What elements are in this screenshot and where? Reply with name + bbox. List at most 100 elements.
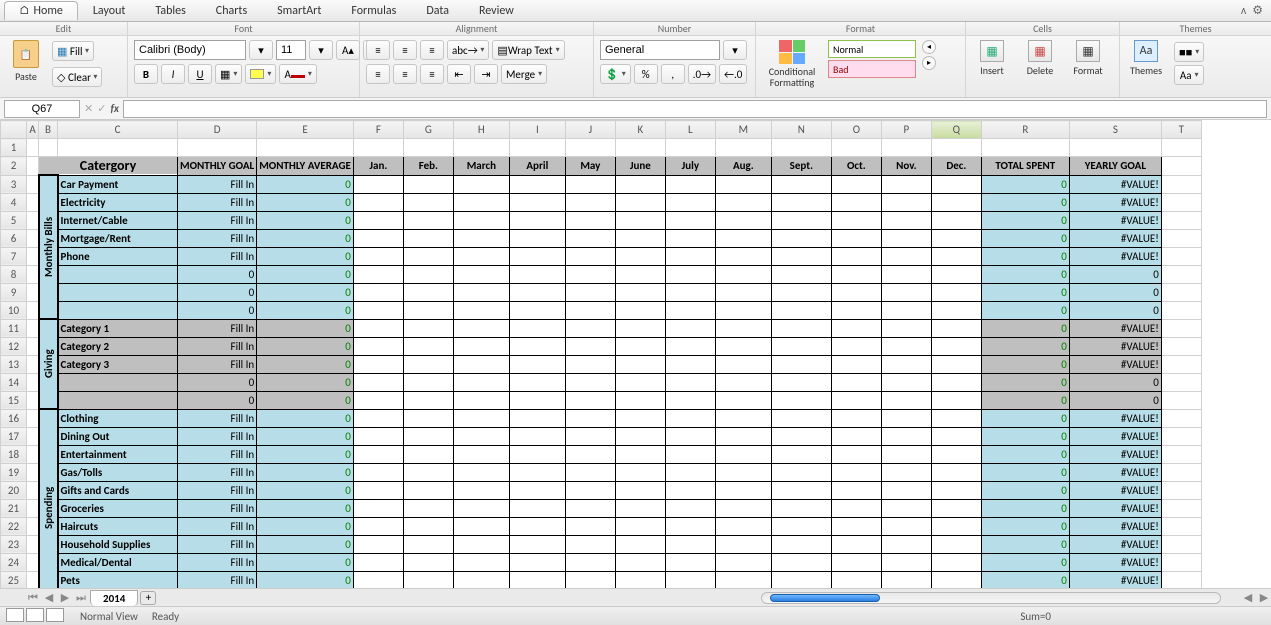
month-cell[interactable]	[403, 481, 453, 499]
month-cell[interactable]	[615, 427, 665, 445]
month-cell[interactable]	[931, 427, 981, 445]
month-cell[interactable]	[403, 337, 453, 355]
month-cell[interactable]	[509, 427, 565, 445]
month-cell[interactable]	[615, 481, 665, 499]
month-cell[interactable]	[353, 535, 403, 553]
total-spent-cell[interactable]: 0	[981, 445, 1069, 463]
tab-data[interactable]: Data	[411, 1, 464, 20]
month-cell[interactable]	[665, 355, 715, 373]
header-monthly-goal[interactable]: MONTHLY GOAL	[178, 157, 257, 176]
cell[interactable]	[771, 139, 831, 157]
month-cell[interactable]	[403, 229, 453, 247]
month-cell[interactable]	[509, 499, 565, 517]
month-cell[interactable]	[615, 175, 665, 193]
month-cell[interactable]	[881, 265, 931, 283]
collapse-ribbon-icon[interactable]: ʌ	[1241, 4, 1246, 18]
row-header-9[interactable]: 9	[1, 283, 27, 301]
month-cell[interactable]	[565, 535, 615, 553]
yearly-goal-cell[interactable]: #VALUE!	[1069, 319, 1161, 337]
month-cell[interactable]	[715, 553, 771, 571]
yearly-goal-cell[interactable]: #VALUE!	[1069, 445, 1161, 463]
header-total-spent[interactable]: TOTAL SPENT	[981, 157, 1069, 176]
monthly-avg-cell[interactable]: 0	[257, 247, 354, 265]
month-cell[interactable]	[565, 211, 615, 229]
month-cell[interactable]	[831, 553, 881, 571]
month-cell[interactable]	[353, 265, 403, 283]
header-month-1[interactable]: Feb.	[403, 157, 453, 176]
month-cell[interactable]	[565, 355, 615, 373]
monthly-goal-cell[interactable]: 0	[178, 373, 257, 391]
month-cell[interactable]	[615, 445, 665, 463]
header-month-4[interactable]: May	[565, 157, 615, 176]
category-cell[interactable]: Car Payment	[58, 175, 178, 193]
month-cell[interactable]	[403, 211, 453, 229]
month-cell[interactable]	[931, 409, 981, 427]
month-cell[interactable]	[509, 193, 565, 211]
delete-cells-button[interactable]: ▦ Delete	[1020, 40, 1060, 77]
monthly-avg-cell[interactable]: 0	[257, 337, 354, 355]
month-cell[interactable]	[771, 265, 831, 283]
total-spent-cell[interactable]: 0	[981, 391, 1069, 409]
spreadsheet[interactable]: ABCDEFGHIJKLMNOPQRST12CatergoryMONTHLY G…	[0, 120, 1271, 588]
month-cell[interactable]	[715, 229, 771, 247]
yearly-goal-cell[interactable]: #VALUE!	[1069, 175, 1161, 193]
month-cell[interactable]	[931, 391, 981, 409]
month-cell[interactable]	[931, 463, 981, 481]
month-cell[interactable]	[353, 373, 403, 391]
month-cell[interactable]	[881, 211, 931, 229]
month-cell[interactable]	[453, 193, 509, 211]
increase-font-icon[interactable]: A▴	[336, 40, 360, 60]
total-spent-cell[interactable]: 0	[981, 535, 1069, 553]
row-header-14[interactable]: 14	[1, 373, 27, 391]
month-cell[interactable]	[831, 355, 881, 373]
number-format-dropdown[interactable]: ▾	[723, 40, 747, 60]
month-cell[interactable]	[831, 283, 881, 301]
month-cell[interactable]	[615, 193, 665, 211]
monthly-avg-cell[interactable]: 0	[257, 211, 354, 229]
month-cell[interactable]	[453, 265, 509, 283]
category-cell[interactable]: Gifts and Cards	[58, 481, 178, 499]
month-cell[interactable]	[665, 517, 715, 535]
month-cell[interactable]	[771, 337, 831, 355]
month-cell[interactable]	[831, 301, 881, 319]
monthly-avg-cell[interactable]: 0	[257, 319, 354, 337]
month-cell[interactable]	[509, 553, 565, 571]
font-size-input[interactable]	[276, 40, 306, 60]
styles-next-icon[interactable]: ▸	[922, 56, 936, 70]
monthly-goal-cell[interactable]: Fill In	[178, 247, 257, 265]
month-cell[interactable]	[403, 373, 453, 391]
month-cell[interactable]	[565, 301, 615, 319]
month-cell[interactable]	[615, 463, 665, 481]
monthly-avg-cell[interactable]: 0	[257, 499, 354, 517]
month-cell[interactable]	[565, 445, 615, 463]
month-cell[interactable]	[665, 427, 715, 445]
month-cell[interactable]	[931, 175, 981, 193]
month-cell[interactable]	[403, 193, 453, 211]
month-cell[interactable]	[881, 463, 931, 481]
monthly-goal-cell[interactable]: Fill In	[178, 337, 257, 355]
cell[interactable]	[665, 139, 715, 157]
underline-button[interactable]: U	[188, 64, 212, 84]
month-cell[interactable]	[831, 373, 881, 391]
month-cell[interactable]	[831, 445, 881, 463]
total-spent-cell[interactable]: 0	[981, 301, 1069, 319]
cell[interactable]	[403, 139, 453, 157]
month-cell[interactable]	[931, 247, 981, 265]
section-label-monthly-bills[interactable]: Monthly Bills	[39, 175, 58, 319]
category-cell[interactable]: Medical/Dental	[58, 553, 178, 571]
month-cell[interactable]	[881, 247, 931, 265]
month-cell[interactable]	[565, 553, 615, 571]
month-cell[interactable]	[931, 229, 981, 247]
category-cell[interactable]	[58, 391, 178, 409]
formula-input[interactable]	[123, 100, 1267, 118]
month-cell[interactable]	[353, 175, 403, 193]
month-cell[interactable]	[565, 391, 615, 409]
font-family-input[interactable]	[134, 40, 246, 60]
category-cell[interactable]: Category 2	[58, 337, 178, 355]
total-spent-cell[interactable]: 0	[981, 211, 1069, 229]
conditional-formatting-button[interactable]: Conditional Formatting	[762, 40, 822, 88]
monthly-goal-cell[interactable]: Fill In	[178, 319, 257, 337]
month-cell[interactable]	[831, 571, 881, 588]
month-cell[interactable]	[665, 463, 715, 481]
month-cell[interactable]	[665, 391, 715, 409]
